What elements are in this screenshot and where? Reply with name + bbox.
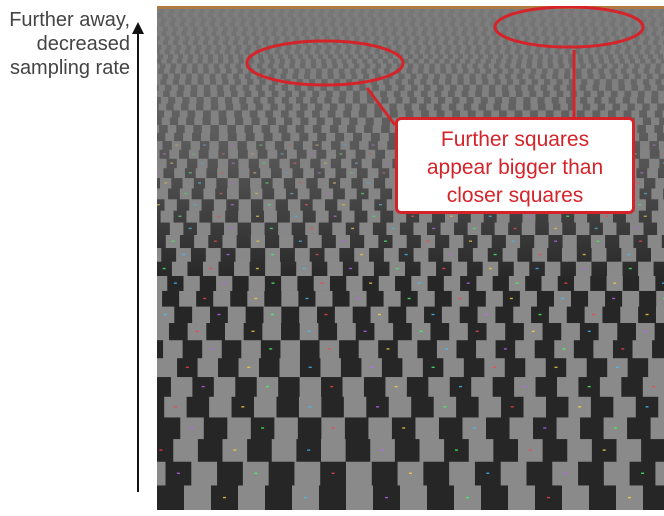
slide: Further away, decreased sampling rate Fu… bbox=[0, 0, 664, 516]
callout-line-2: appear bigger than bbox=[426, 156, 604, 179]
side-label-line-3: sampling rate bbox=[9, 57, 130, 79]
side-label-line-1: Further away, bbox=[9, 9, 130, 31]
up-arrow-icon bbox=[132, 22, 144, 492]
callout-line-3: closer squares bbox=[446, 184, 584, 207]
checkerboard-render bbox=[157, 6, 664, 510]
distance-haze bbox=[157, 6, 664, 510]
callout-line-1: Further squares bbox=[440, 128, 590, 151]
callout-box: Further squares appear bigger than close… bbox=[395, 117, 635, 214]
side-label-line-2: decreased bbox=[36, 33, 130, 55]
side-label: Further away, decreased sampling rate bbox=[0, 8, 130, 80]
